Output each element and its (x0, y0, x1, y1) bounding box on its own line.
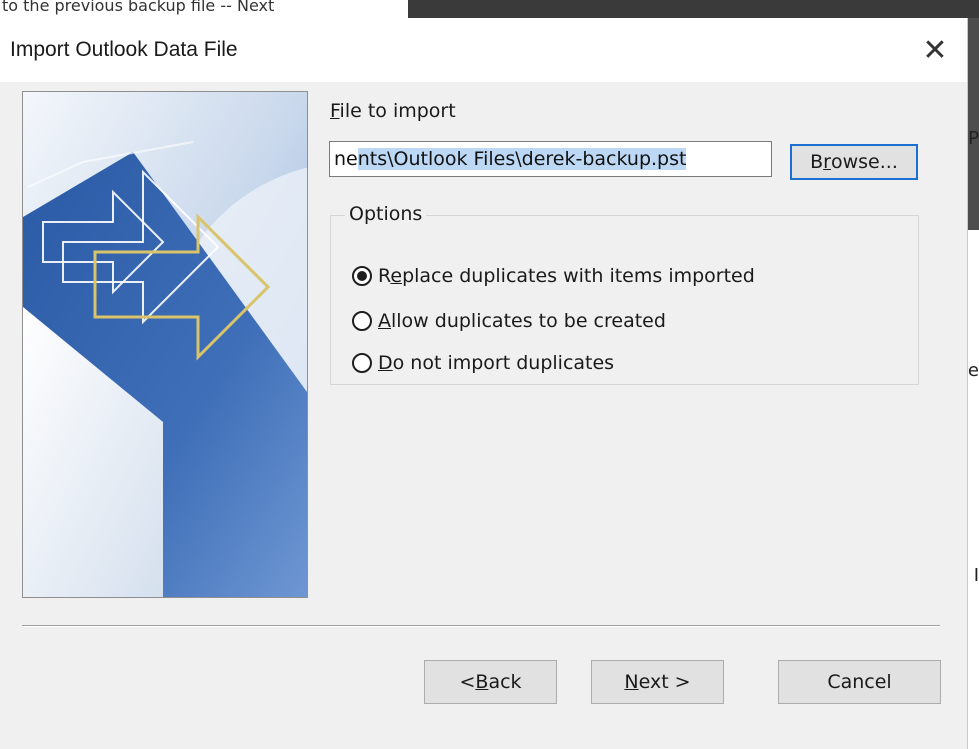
dialog-title: Import Outlook Data File (10, 38, 238, 61)
import-arrow-illustration (23, 92, 307, 597)
radio-do-not-import-duplicates[interactable]: Do not import duplicates (352, 349, 614, 377)
radio-unchecked-icon (352, 311, 372, 331)
radio-replace-duplicates[interactable]: Replace duplicates with items imported (352, 262, 755, 290)
wizard-illustration (22, 91, 308, 598)
close-button[interactable]: ✕ (915, 28, 955, 72)
background-dark-panel (408, 0, 979, 18)
next-button[interactable]: Next > (591, 660, 724, 704)
file-path-input[interactable]: nents\Outlook Files\derek-backup.pst (329, 141, 772, 177)
selected-text: nts\Outlook Files\derek-backup.pst (357, 148, 687, 170)
radio-label: Allow duplicates to be created (378, 310, 666, 332)
radio-allow-duplicates[interactable]: Allow duplicates to be created (352, 307, 666, 335)
background-edge-text: I (973, 565, 979, 586)
radio-label: Replace duplicates with items imported (378, 265, 755, 287)
options-legend: Options (345, 203, 427, 225)
cancel-button[interactable]: Cancel (778, 660, 941, 704)
file-to-import-label: File to import (330, 100, 456, 122)
title-bar: Import Outlook Data File ✕ (0, 18, 967, 82)
radio-checked-icon (352, 266, 372, 286)
background-dark-edge (967, 18, 979, 230)
background-edge-text: e (967, 360, 979, 381)
radio-label: Do not import duplicates (378, 352, 615, 374)
background-edge-text: P (968, 128, 979, 149)
background-window-strip: to the previous backup file -- Next (0, 0, 979, 18)
back-button[interactable]: < Back (424, 660, 557, 704)
browse-button[interactable]: Br owse... (790, 144, 918, 180)
radio-unchecked-icon (352, 353, 372, 373)
background-caption: to the previous backup file -- Next (2, 0, 275, 15)
footer-divider (22, 625, 940, 627)
close-icon: ✕ (922, 32, 948, 68)
